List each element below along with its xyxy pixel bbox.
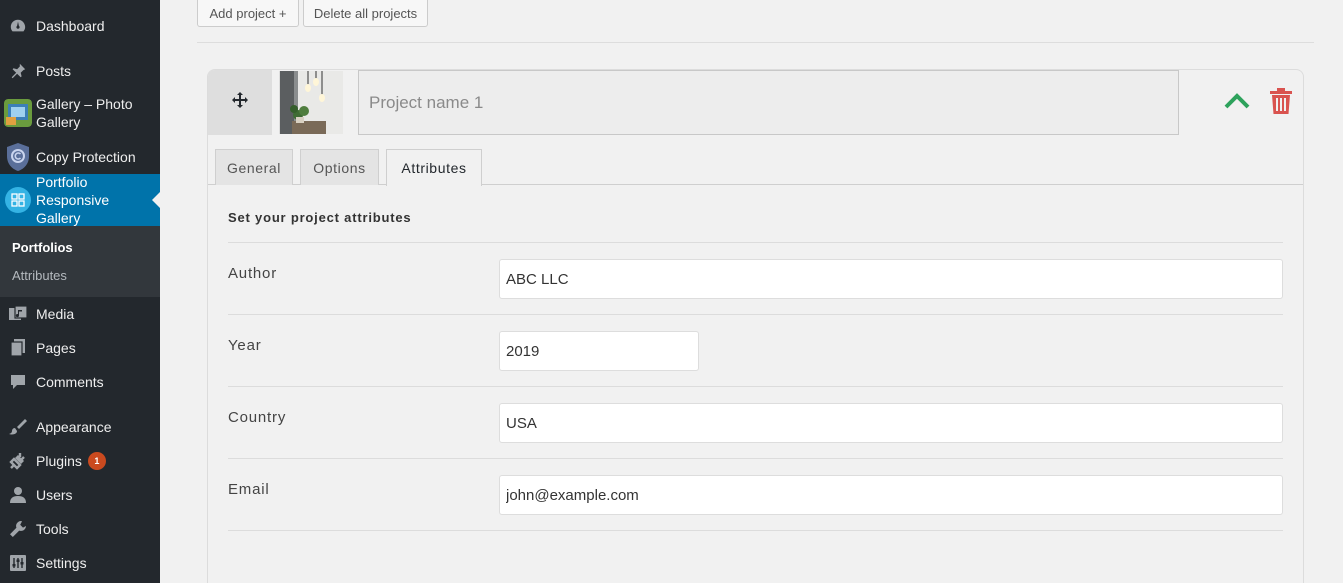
shield-icon [0,142,36,172]
chevron-up-icon [1224,92,1250,115]
country-label: Country [228,409,287,426]
media-icon [0,305,36,323]
sidebar-item-appearance[interactable]: Appearance [0,416,160,438]
sidebar-item-posts[interactable]: Posts [0,60,160,82]
sidebar-item-settings[interactable]: Settings [0,552,160,574]
year-field[interactable] [499,331,699,371]
sidebar-item-label: Portfolio Responsive Gallery [36,174,110,226]
thumbnail-image [280,71,343,134]
sidebar-item-label: Pages [36,340,76,356]
email-label: Email [228,481,270,498]
wrench-icon [0,520,36,538]
row-divider [228,386,1283,387]
attributes-heading: Set your project attributes [228,210,412,225]
sidebar-item-users[interactable]: Users [0,484,160,506]
project-card: General Options Attributes Set your proj… [207,69,1304,583]
year-label: Year [228,337,262,354]
sidebar-item-comments[interactable]: Comments [0,371,160,393]
row-divider [228,458,1283,459]
author-label: Author [228,265,277,282]
sidebar-item-label: Dashboard [36,18,105,34]
project-thumbnail[interactable] [279,71,343,134]
move-arrows-icon [231,91,249,114]
add-project-button[interactable]: Add project + [197,0,299,27]
sidebar-item-label: Plugins [36,453,82,469]
pin-icon [0,62,36,80]
country-field[interactable] [499,403,1283,443]
sidebar-item-label: Settings [36,555,87,571]
collapse-button[interactable] [1222,90,1252,116]
sidebar-item-dashboard[interactable]: Dashboard [0,15,160,37]
tab-general[interactable]: General [215,149,293,185]
sidebar-item-pages[interactable]: Pages [0,337,160,359]
row-divider [228,314,1283,315]
author-field[interactable] [499,259,1283,299]
sidebar-item-portfolio-responsive-gallery[interactable]: Portfolio Responsive Gallery [0,174,160,226]
pages-icon [0,339,36,357]
project-tabs: General Options Attributes [208,149,1303,186]
dashboard-icon [0,17,36,35]
plug-icon [0,452,36,470]
drag-handle[interactable] [208,70,272,135]
sidebar-item-label: Gallery – Photo Gallery [36,96,133,130]
sliders-icon [0,554,36,572]
sidebar-item-label: Users [36,487,73,503]
row-divider [228,242,1283,243]
row-divider [228,530,1283,531]
admin-sidebar: Dashboard Posts Gallery – Photo Gallery … [0,0,160,583]
submenu-item-attributes[interactable]: Attributes [12,268,67,283]
delete-project-button[interactable] [1268,87,1294,119]
sidebar-item-tools[interactable]: Tools [0,518,160,540]
delete-all-projects-button[interactable]: Delete all projects [303,0,428,27]
divider [197,42,1314,43]
trash-icon [1270,87,1292,119]
submenu-item-portfolios[interactable]: Portfolios [12,240,73,255]
user-icon [0,486,36,504]
sidebar-item-label: Comments [36,374,104,390]
sidebar-item-label: Posts [36,63,72,79]
sidebar-item-label: Media [36,306,75,322]
tab-options[interactable]: Options [300,149,379,185]
sidebar-item-gallery-photo-gallery[interactable]: Gallery – Photo Gallery [0,94,160,132]
project-name-input[interactable] [358,70,1179,135]
sidebar-item-copy-protection[interactable]: Copy Protection [0,142,160,172]
portfolio-grid-icon [0,186,36,214]
comment-icon [0,373,36,391]
update-count-badge: 1 [87,452,106,470]
gallery-plugin-icon [0,99,36,127]
sidebar-item-label: Copy Protection [36,149,136,165]
sidebar-item-label: Appearance [36,419,112,435]
sidebar-item-label: Tools [36,521,69,537]
email-field[interactable] [499,475,1283,515]
portfolio-submenu: Portfolios Attributes [0,226,160,297]
tab-attributes[interactable]: Attributes [386,149,482,186]
sidebar-item-media[interactable]: Media [0,303,160,325]
sidebar-item-plugins[interactable]: Plugins 1 [0,450,160,472]
paintbrush-icon [0,418,36,436]
